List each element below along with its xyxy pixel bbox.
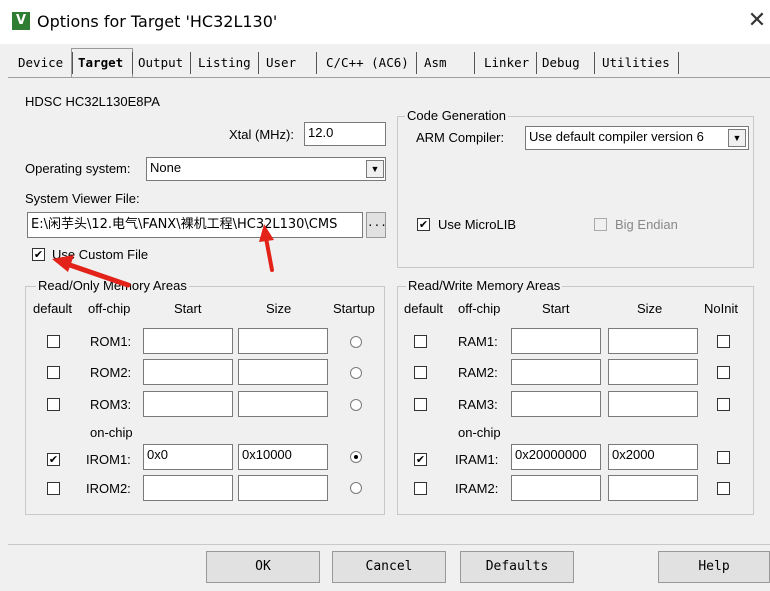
annotation-overlay <box>52 224 274 288</box>
annotation-arrow-to-path <box>259 224 274 272</box>
annotation-arrow-to-checkbox <box>52 255 131 288</box>
